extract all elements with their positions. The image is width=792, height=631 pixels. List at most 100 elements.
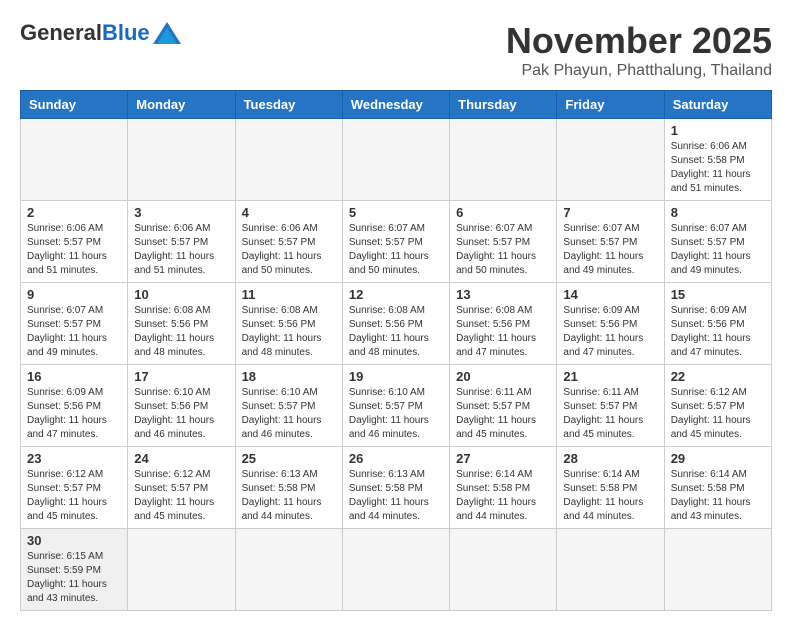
day-number: 30	[27, 533, 121, 548]
calendar-cell: 18Sunrise: 6:10 AMSunset: 5:57 PMDayligh…	[235, 365, 342, 447]
calendar-week-row: 16 Sunrise: 6:09 AMSunset: 5:56 PMDayligh…	[21, 365, 772, 447]
day-info: Sunrise: 6:08 AMSunset: 5:56 PMDaylight:…	[456, 304, 550, 360]
day-info: Sunrise: 6:13 AMSunset: 5:58 PMDaylight:…	[242, 468, 336, 524]
calendar-cell: 23 Sunrise: 6:12 AMSunset: 5:57 PMDayligh…	[21, 447, 128, 529]
calendar-cell: 10 Sunrise: 6:08 AMSunset: 5:56 PMDayligh…	[128, 283, 235, 365]
day-info: Sunrise: 6:08 AMSunset: 5:56 PMDaylight:…	[349, 304, 443, 360]
calendar-cell: 30 Sunrise: 6:15 AMSunset: 5:59 PMDayligh…	[21, 529, 128, 611]
calendar-cell	[342, 119, 449, 201]
calendar-cell: 12 Sunrise: 6:08 AMSunset: 5:56 PMDayligh…	[342, 283, 449, 365]
day-number: 3	[134, 205, 228, 220]
calendar-cell: 21 Sunrise: 6:11 AMSunset: 5:57 PMDayligh…	[557, 365, 664, 447]
weekday-header: Tuesday	[235, 91, 342, 119]
day-number: 20	[456, 369, 550, 384]
calendar-cell	[557, 529, 664, 611]
calendar-week-row: 23 Sunrise: 6:12 AMSunset: 5:57 PMDayligh…	[21, 447, 772, 529]
calendar-cell: 20Sunrise: 6:11 AMSunset: 5:57 PMDayligh…	[450, 365, 557, 447]
day-number: 25	[242, 451, 336, 466]
day-number: 5	[349, 205, 443, 220]
day-info: Sunrise: 6:13 AMSunset: 5:58 PMDaylight:…	[349, 468, 443, 524]
calendar-cell: 19Sunrise: 6:10 AMSunset: 5:57 PMDayligh…	[342, 365, 449, 447]
day-info: Sunrise: 6:10 AMSunset: 5:56 PMDaylight:…	[134, 386, 228, 442]
day-info: Sunrise: 6:11 AMSunset: 5:57 PMDaylight:…	[563, 386, 657, 442]
day-number: 15	[671, 287, 765, 302]
day-number: 13	[456, 287, 550, 302]
day-number: 4	[242, 205, 336, 220]
day-info: Sunrise: 6:12 AMSunset: 5:57 PMDaylight:…	[671, 386, 765, 442]
calendar-cell: 22 Sunrise: 6:12 AMSunset: 5:57 PMDayligh…	[664, 365, 771, 447]
calendar-week-row: 30 Sunrise: 6:15 AMSunset: 5:59 PMDayligh…	[21, 529, 772, 611]
calendar-week-row: 1Sunrise: 6:06 AMSunset: 5:58 PMDaylight…	[21, 119, 772, 201]
day-info: Sunrise: 6:14 AMSunset: 5:58 PMDaylight:…	[563, 468, 657, 524]
calendar-cell	[557, 119, 664, 201]
calendar-cell: 13 Sunrise: 6:08 AMSunset: 5:56 PMDayligh…	[450, 283, 557, 365]
day-number: 2	[27, 205, 121, 220]
day-info: Sunrise: 6:07 AMSunset: 5:57 PMDaylight:…	[349, 222, 443, 278]
logo-blue-text: Blue	[102, 20, 150, 46]
calendar-header-row: SundayMondayTuesdayWednesdayThursdayFrid…	[21, 91, 772, 119]
day-number: 17	[134, 369, 228, 384]
calendar-cell: 24Sunrise: 6:12 AMSunset: 5:57 PMDayligh…	[128, 447, 235, 529]
calendar-cell: 2 Sunrise: 6:06 AMSunset: 5:57 PMDaylight…	[21, 201, 128, 283]
calendar-cell: 6Sunrise: 6:07 AMSunset: 5:57 PMDaylight…	[450, 201, 557, 283]
calendar-cell: 27Sunrise: 6:14 AMSunset: 5:58 PMDayligh…	[450, 447, 557, 529]
calendar-cell: 3 Sunrise: 6:06 AMSunset: 5:57 PMDaylight…	[128, 201, 235, 283]
weekday-header: Saturday	[664, 91, 771, 119]
calendar-cell	[450, 529, 557, 611]
day-info: Sunrise: 6:06 AMSunset: 5:57 PMDaylight:…	[242, 222, 336, 278]
day-info: Sunrise: 6:06 AMSunset: 5:57 PMDaylight:…	[134, 222, 228, 278]
calendar-cell: 15 Sunrise: 6:09 AMSunset: 5:56 PMDayligh…	[664, 283, 771, 365]
day-number: 29	[671, 451, 765, 466]
day-info: Sunrise: 6:06 AMSunset: 5:57 PMDaylight:…	[27, 222, 121, 278]
calendar-week-row: 9 Sunrise: 6:07 AMSunset: 5:57 PMDaylight…	[21, 283, 772, 365]
logo-icon	[153, 22, 181, 44]
weekday-header: Wednesday	[342, 91, 449, 119]
calendar: SundayMondayTuesdayWednesdayThursdayFrid…	[20, 90, 772, 611]
day-info: Sunrise: 6:07 AMSunset: 5:57 PMDaylight:…	[671, 222, 765, 278]
day-info: Sunrise: 6:14 AMSunset: 5:58 PMDaylight:…	[671, 468, 765, 524]
calendar-cell	[450, 119, 557, 201]
weekday-header: Monday	[128, 91, 235, 119]
calendar-cell: 1Sunrise: 6:06 AMSunset: 5:58 PMDaylight…	[664, 119, 771, 201]
day-info: Sunrise: 6:15 AMSunset: 5:59 PMDaylight:…	[27, 550, 121, 606]
calendar-cell	[235, 529, 342, 611]
day-number: 22	[671, 369, 765, 384]
calendar-cell	[21, 119, 128, 201]
day-info: Sunrise: 6:06 AMSunset: 5:58 PMDaylight:…	[671, 140, 765, 196]
calendar-cell: 8Sunrise: 6:07 AMSunset: 5:57 PMDaylight…	[664, 201, 771, 283]
calendar-cell	[664, 529, 771, 611]
day-info: Sunrise: 6:09 AMSunset: 5:56 PMDaylight:…	[27, 386, 121, 442]
day-number: 23	[27, 451, 121, 466]
page-header: General Blue November 2025 Pak Phayun, P…	[20, 20, 772, 80]
calendar-cell: 4 Sunrise: 6:06 AMSunset: 5:57 PMDaylight…	[235, 201, 342, 283]
day-number: 21	[563, 369, 657, 384]
weekday-header: Thursday	[450, 91, 557, 119]
calendar-cell: 26Sunrise: 6:13 AMSunset: 5:58 PMDayligh…	[342, 447, 449, 529]
day-number: 9	[27, 287, 121, 302]
weekday-header: Friday	[557, 91, 664, 119]
calendar-week-row: 2 Sunrise: 6:06 AMSunset: 5:57 PMDaylight…	[21, 201, 772, 283]
logo: General Blue	[20, 20, 181, 46]
day-number: 6	[456, 205, 550, 220]
day-number: 16	[27, 369, 121, 384]
day-number: 27	[456, 451, 550, 466]
day-info: Sunrise: 6:08 AMSunset: 5:56 PMDaylight:…	[242, 304, 336, 360]
calendar-cell: 25 Sunrise: 6:13 AMSunset: 5:58 PMDayligh…	[235, 447, 342, 529]
day-number: 14	[563, 287, 657, 302]
day-info: Sunrise: 6:08 AMSunset: 5:56 PMDaylight:…	[134, 304, 228, 360]
calendar-cell: 9 Sunrise: 6:07 AMSunset: 5:57 PMDaylight…	[21, 283, 128, 365]
day-number: 12	[349, 287, 443, 302]
calendar-cell: 29 Sunrise: 6:14 AMSunset: 5:58 PMDayligh…	[664, 447, 771, 529]
calendar-cell	[128, 119, 235, 201]
calendar-cell	[235, 119, 342, 201]
day-info: Sunrise: 6:12 AMSunset: 5:57 PMDaylight:…	[27, 468, 121, 524]
day-number: 10	[134, 287, 228, 302]
day-number: 18	[242, 369, 336, 384]
logo-general-text: General	[20, 20, 102, 46]
calendar-cell: 17 Sunrise: 6:10 AMSunset: 5:56 PMDayligh…	[128, 365, 235, 447]
day-info: Sunrise: 6:09 AMSunset: 5:56 PMDaylight:…	[671, 304, 765, 360]
day-number: 11	[242, 287, 336, 302]
calendar-cell	[342, 529, 449, 611]
day-info: Sunrise: 6:07 AMSunset: 5:57 PMDaylight:…	[27, 304, 121, 360]
calendar-cell	[128, 529, 235, 611]
